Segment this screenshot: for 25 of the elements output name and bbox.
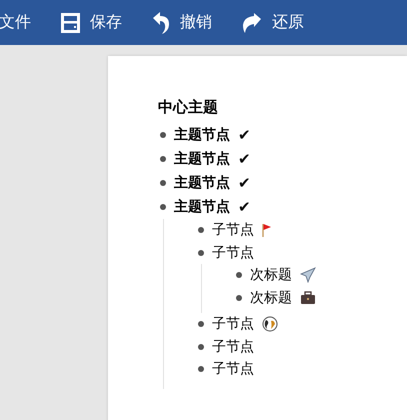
topic-node[interactable]: 主题节点 [174, 150, 230, 168]
flag-icon [262, 223, 272, 238]
globe-icon [262, 316, 278, 332]
check-mark: ✔ [238, 150, 251, 168]
save-icon [61, 12, 80, 32]
child-node[interactable]: 子节点 [212, 360, 254, 378]
toolbar-button[interactable]: 保存 [61, 12, 122, 33]
central-topic: 中心主题 [158, 98, 219, 117]
child-node[interactable]: 子节点 [212, 338, 254, 356]
briefcase-icon [300, 290, 316, 305]
toolbar-button[interactable]: 还原 [242, 12, 304, 33]
undo-icon [152, 12, 170, 34]
check-mark: ✔ [238, 174, 251, 192]
topic-node[interactable]: 主题节点 [174, 174, 230, 192]
child-node[interactable]: 子节点 [212, 315, 254, 334]
check-mark: ✔ [238, 126, 251, 144]
redo-icon [242, 12, 262, 32]
child-node[interactable]: 子节点 [212, 221, 254, 240]
check-mark: ✔ [238, 198, 251, 216]
toolbar-button[interactable]: 撤销 [152, 12, 212, 34]
child-node[interactable]: 子节点 [212, 244, 254, 262]
topic-node[interactable]: 主题节点 [174, 198, 230, 216]
subtitle-node[interactable]: 次标题 [250, 288, 292, 307]
topic-node[interactable]: 主题节点 [174, 126, 230, 144]
subtitle-node[interactable]: 次标题 [250, 266, 292, 284]
